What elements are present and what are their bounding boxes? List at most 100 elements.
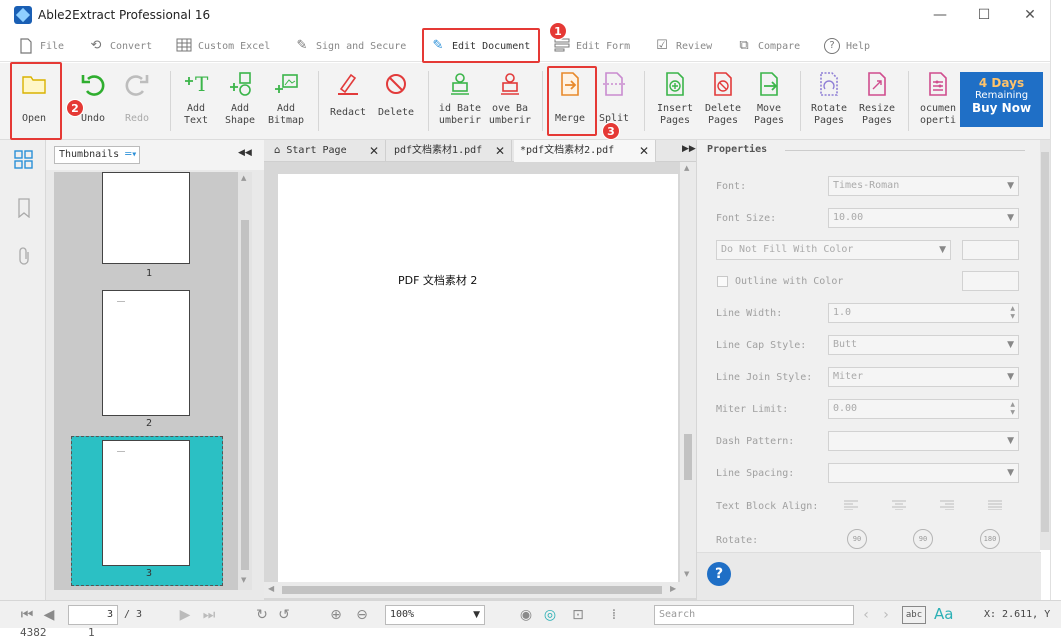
rotate-counterclockwise-icon[interactable]: ↺ xyxy=(274,605,294,625)
split-button[interactable]: Split xyxy=(596,71,632,125)
rotate-180-icon[interactable]: 180 xyxy=(980,529,1000,549)
document-properties-icon xyxy=(925,71,951,99)
rotate-clockwise-icon[interactable]: ↻ xyxy=(252,605,272,625)
document-horizontal-scrollbar[interactable]: ◀ ▶ xyxy=(264,582,696,598)
rotate-pages-button[interactable]: Rotate Pages xyxy=(808,71,850,127)
maximize-button[interactable]: ☐ xyxy=(964,4,1004,26)
whole-word-icon[interactable]: abc xyxy=(902,606,926,624)
insert-pages-button[interactable]: Insert Pages xyxy=(654,71,696,127)
fill-color-swatch[interactable] xyxy=(962,240,1019,260)
outline-color-swatch[interactable] xyxy=(962,271,1019,291)
resize-pages-button[interactable]: Resize Pages xyxy=(856,71,898,127)
move-pages-button[interactable]: Move Pages xyxy=(748,71,790,127)
delete-button[interactable]: Delete xyxy=(376,71,416,119)
pen-icon: ✎ xyxy=(296,38,308,53)
thumbnails-view-icon[interactable] xyxy=(14,150,34,173)
search-previous-icon[interactable]: ‹ xyxy=(858,605,874,625)
thumbnails-dropdown[interactable]: Thumbnails ═▾ xyxy=(54,146,140,164)
first-page-icon[interactable]: ⏮ xyxy=(18,605,36,625)
collapse-panel-icon[interactable]: ◀◀ xyxy=(238,148,252,158)
page-thumbnail-3[interactable] xyxy=(102,440,190,566)
align-left-icon[interactable] xyxy=(844,500,858,513)
add-text-button[interactable]: T Add Text xyxy=(178,71,214,127)
background-sheet-strip: 4382 1 xyxy=(0,626,1061,639)
chevron-down-icon: ▼ xyxy=(1007,436,1014,446)
last-page-icon[interactable]: ⏭ xyxy=(200,605,218,625)
search-input[interactable]: Search xyxy=(654,605,854,625)
remove-bates-numbering-button[interactable]: ove Ba umberir xyxy=(488,71,532,127)
delete-pages-button[interactable]: Delete Pages xyxy=(702,71,744,127)
help-icon: ? xyxy=(824,38,840,54)
redact-button[interactable]: Redact xyxy=(328,71,368,119)
align-center-icon[interactable] xyxy=(892,500,906,513)
menu-sign-and-secure[interactable]: ✎ Sign and Secure xyxy=(294,30,407,62)
background-cell-left: 4382 xyxy=(20,626,47,639)
bookmarks-icon[interactable] xyxy=(16,198,34,221)
view-mode-icon[interactable]: ◉ xyxy=(516,605,536,625)
undo-button[interactable]: Undo xyxy=(74,71,112,125)
line-spacing-select[interactable]: ▼ xyxy=(828,463,1019,483)
document-page[interactable]: PDF 文档素材 2 xyxy=(278,174,678,584)
match-case-icon[interactable]: Aa xyxy=(934,605,953,623)
menu-compare[interactable]: ⧉ Compare xyxy=(736,30,800,62)
help-icon[interactable]: ? xyxy=(707,562,731,586)
page-text[interactable]: PDF 文档素材 2 xyxy=(398,272,477,288)
tab-document-2[interactable]: *pdf文档素材2.pdf ✕ xyxy=(514,140,656,162)
menu-review[interactable]: ☑ Review xyxy=(654,30,712,62)
next-page-icon[interactable]: ▶ xyxy=(176,605,194,625)
chevron-down-icon: ▼ xyxy=(1007,213,1014,223)
page-thumbnail-2[interactable] xyxy=(102,290,190,416)
font-label: Font: xyxy=(716,181,747,192)
zoom-in-icon[interactable]: ⊕ xyxy=(326,605,346,625)
close-tab-icon[interactable]: ✕ xyxy=(639,140,649,162)
zoom-out-icon[interactable]: ⊖ xyxy=(352,605,372,625)
search-next-icon[interactable]: › xyxy=(878,605,894,625)
delete-page-icon xyxy=(710,71,736,99)
menu-file[interactable]: File xyxy=(18,30,64,62)
minimize-button[interactable]: — xyxy=(920,4,960,26)
buy-now-button[interactable]: 4 Days Remaining Buy Now xyxy=(960,72,1043,127)
add-bates-numbering-button[interactable]: id Bate umberir xyxy=(438,71,482,127)
add-bitmap-button[interactable]: Add Bitmap xyxy=(266,71,306,127)
tab-document-1[interactable]: pdf文档素材1.pdf ✕ xyxy=(388,140,512,162)
line-join-select[interactable]: Miter ▼ xyxy=(828,367,1019,387)
redo-button[interactable]: Redo xyxy=(118,71,156,125)
rotate-cw-90-icon[interactable]: 90 xyxy=(847,529,867,549)
page-number-input[interactable]: 3 xyxy=(68,605,118,625)
align-right-icon[interactable] xyxy=(940,500,954,513)
ruler-icon[interactable]: ⁞ xyxy=(604,605,624,625)
rotate-ccw-90-icon[interactable]: 90 xyxy=(913,529,933,549)
document-properties-button[interactable]: ocumen operti xyxy=(916,71,960,127)
document-vertical-scrollbar[interactable]: ▲ ▼ xyxy=(680,162,696,584)
outline-label: Outline with Color xyxy=(735,276,844,287)
close-tab-icon[interactable]: ✕ xyxy=(369,140,379,162)
page-thumbnail-1[interactable] xyxy=(102,172,190,264)
move-page-icon xyxy=(756,71,782,99)
close-tab-icon[interactable]: ✕ xyxy=(495,140,505,162)
font-size-select[interactable]: 10.00 ▼ xyxy=(828,208,1019,228)
properties-scrollbar[interactable] xyxy=(1040,140,1050,550)
line-width-input[interactable]: 1.0 ▲ ▼ xyxy=(828,303,1019,323)
zoom-select[interactable]: 100% ▼ xyxy=(385,605,485,625)
line-cap-select[interactable]: Butt ▼ xyxy=(828,335,1019,355)
previous-page-icon[interactable]: ◀ xyxy=(40,605,58,625)
thumbnails-scrollbar[interactable]: ▲ ▼ xyxy=(238,172,252,590)
align-justify-icon[interactable] xyxy=(988,500,1002,513)
menu-help[interactable]: ? Help xyxy=(824,30,870,62)
snapshot-icon[interactable]: ⊡ xyxy=(566,605,590,625)
menu-custom-excel[interactable]: Custom Excel xyxy=(176,30,270,62)
miter-limit-input[interactable]: 0.00 ▲ ▼ xyxy=(828,399,1019,419)
step-badge-3: 3 xyxy=(602,122,620,140)
eye-view-icon[interactable]: ◎ xyxy=(540,605,560,625)
tab-start-page[interactable]: ⌂ Start Page ✕ xyxy=(268,140,386,162)
dash-pattern-select[interactable]: ▼ xyxy=(828,431,1019,451)
chevron-down-icon: ▼ xyxy=(473,610,480,620)
outline-checkbox[interactable] xyxy=(717,276,728,287)
attachments-icon[interactable] xyxy=(16,246,34,269)
tabs-overflow-icon[interactable]: ▶▶ xyxy=(682,144,696,154)
menu-convert[interactable]: ⟲ Convert xyxy=(88,30,153,62)
close-button[interactable]: ✕ xyxy=(1010,4,1050,26)
font-select[interactable]: Times-Roman ▼ xyxy=(828,176,1019,196)
fill-color-select[interactable]: Do Not Fill With Color ▼ xyxy=(716,240,951,260)
add-shape-button[interactable]: Add Shape xyxy=(222,71,258,127)
